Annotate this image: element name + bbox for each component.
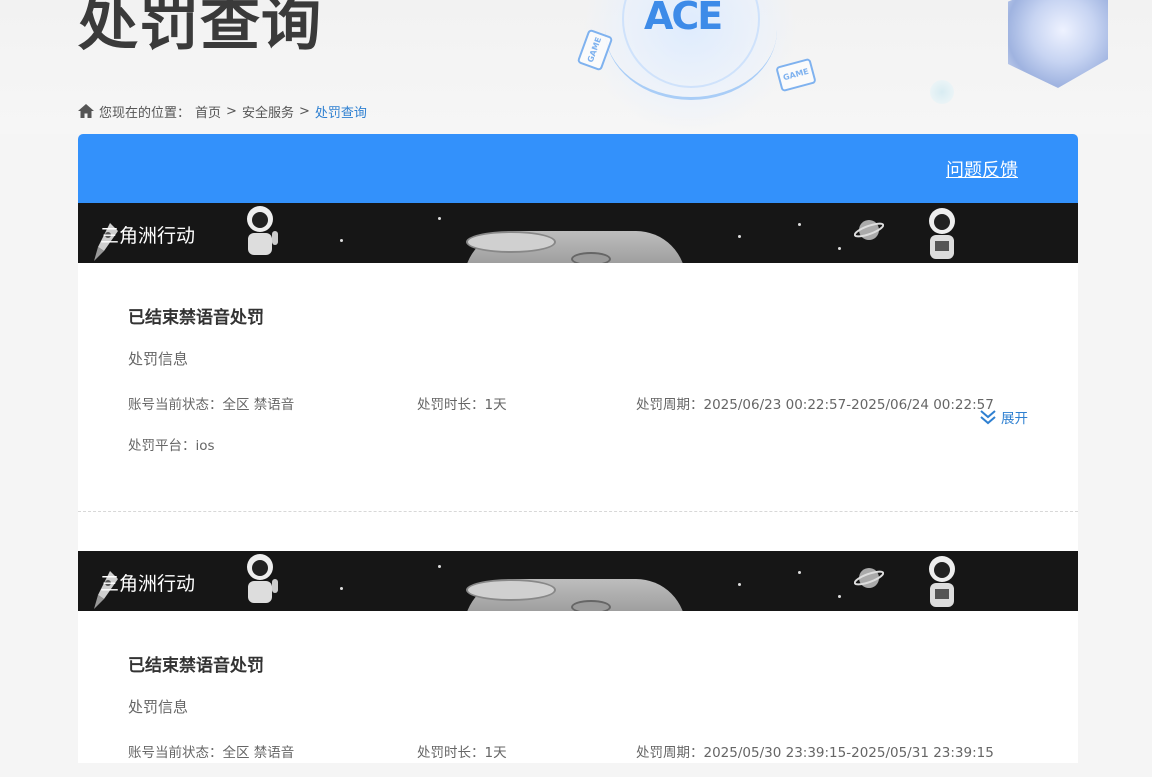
penalty-duration: 处罚时长：1天 [417,397,507,413]
star-icon [340,587,343,590]
astronaut-icon [929,556,955,607]
section-label: 处罚信息 [128,698,189,716]
star-icon [738,583,741,586]
feedback-link[interactable]: 问题反馈 [946,156,1018,182]
penalty-status-title: 已结束禁语音处罚 [128,308,264,328]
game-banner: 三角洲行动 [78,551,1078,611]
planet-icon [854,568,884,588]
penalty-info-row: 账号当前状态：全区 禁语音 处罚时长：1天 处罚周期：2025/06/23 00… [128,395,1028,415]
penalty-record-card: 三角洲行动 已结束禁语音处罚 处罚信息 账号当前状态：全区 禁语音 处罚时长：1… [78,203,1078,512]
star-icon [798,571,801,574]
penalty-period: 处罚周期：2025/05/30 23:39:15-2025/05/31 23:3… [636,745,994,761]
controller-illustration-part [466,231,556,253]
breadcrumb: 您现在的位置： 首页 > 安全服务 > 处罚查询 [78,101,367,121]
card-gap [78,512,1078,551]
controller-illustration-part [571,252,611,263]
star-icon [738,235,741,238]
decorative-orb [930,80,954,104]
controller-illustration-part [466,579,556,601]
game-banner: 三角洲行动 [78,203,1078,263]
astronaut-icon [247,206,278,255]
star-icon [438,565,441,568]
penalty-period: 处罚周期：2025/06/23 00:22:57-2025/06/24 00:2… [636,397,994,413]
double-chevron-down-icon [980,410,996,425]
expand-button[interactable]: 展开 [979,407,1028,427]
astronaut-icon [247,554,278,603]
breadcrumb-home[interactable]: 首页 [195,102,221,121]
breadcrumb-security-service[interactable]: 安全服务 [242,102,294,121]
penalty-platform: 处罚平台：ios [128,438,215,454]
star-icon [798,223,801,226]
planet-icon [854,220,884,240]
breadcrumb-current[interactable]: 处罚查询 [315,102,367,121]
penalty-info-row: 账号当前状态：全区 禁语音 处罚时长：1天 处罚周期：2025/05/30 23… [128,743,1028,763]
home-icon[interactable] [78,104,94,118]
game-name: 三角洲行动 [100,225,196,247]
main-panel: 问题反馈 三角洲行动 已结束禁语音处罚 处罚信息 账号当前状态：全区 禁语音 处… [78,134,1078,777]
account-status: 账号当前状态：全区 禁语音 [128,745,295,761]
penalty-status-title: 已结束禁语音处罚 [128,656,264,676]
record-details: 已结束禁语音处罚 处罚信息 账号当前状态：全区 禁语音 处罚时长：1天 处罚周期… [78,611,1078,763]
breadcrumb-separator: > [298,103,310,119]
expand-label: 展开 [1001,411,1028,427]
controller-illustration-part [571,600,611,611]
record-details: 已结束禁语音处罚 处罚信息 账号当前状态：全区 禁语音 处罚时长：1天 处罚周期… [78,263,1078,456]
breadcrumb-prefix: 您现在的位置： [99,105,191,121]
star-icon [838,595,841,598]
breadcrumb-separator: > [226,103,237,119]
star-icon [838,247,841,250]
star-icon [438,217,441,220]
ace-logo: ACE [644,0,723,38]
section-label: 处罚信息 [128,350,189,368]
top-bar: 问题反馈 [78,134,1078,203]
penalty-record-card: 三角洲行动 已结束禁语音处罚 处罚信息 账号当前状态：全区 禁语音 处罚时长：1… [78,551,1078,763]
astronaut-icon [929,208,955,259]
card-divider [78,511,1078,512]
penalty-duration: 处罚时长：1天 [417,745,507,761]
star-icon [340,239,343,242]
game-name: 三角洲行动 [100,573,196,595]
page-title: 处罚查询 [78,0,322,59]
character-avatar-decoration [1008,0,1108,88]
account-status: 账号当前状态：全区 禁语音 [128,397,295,413]
